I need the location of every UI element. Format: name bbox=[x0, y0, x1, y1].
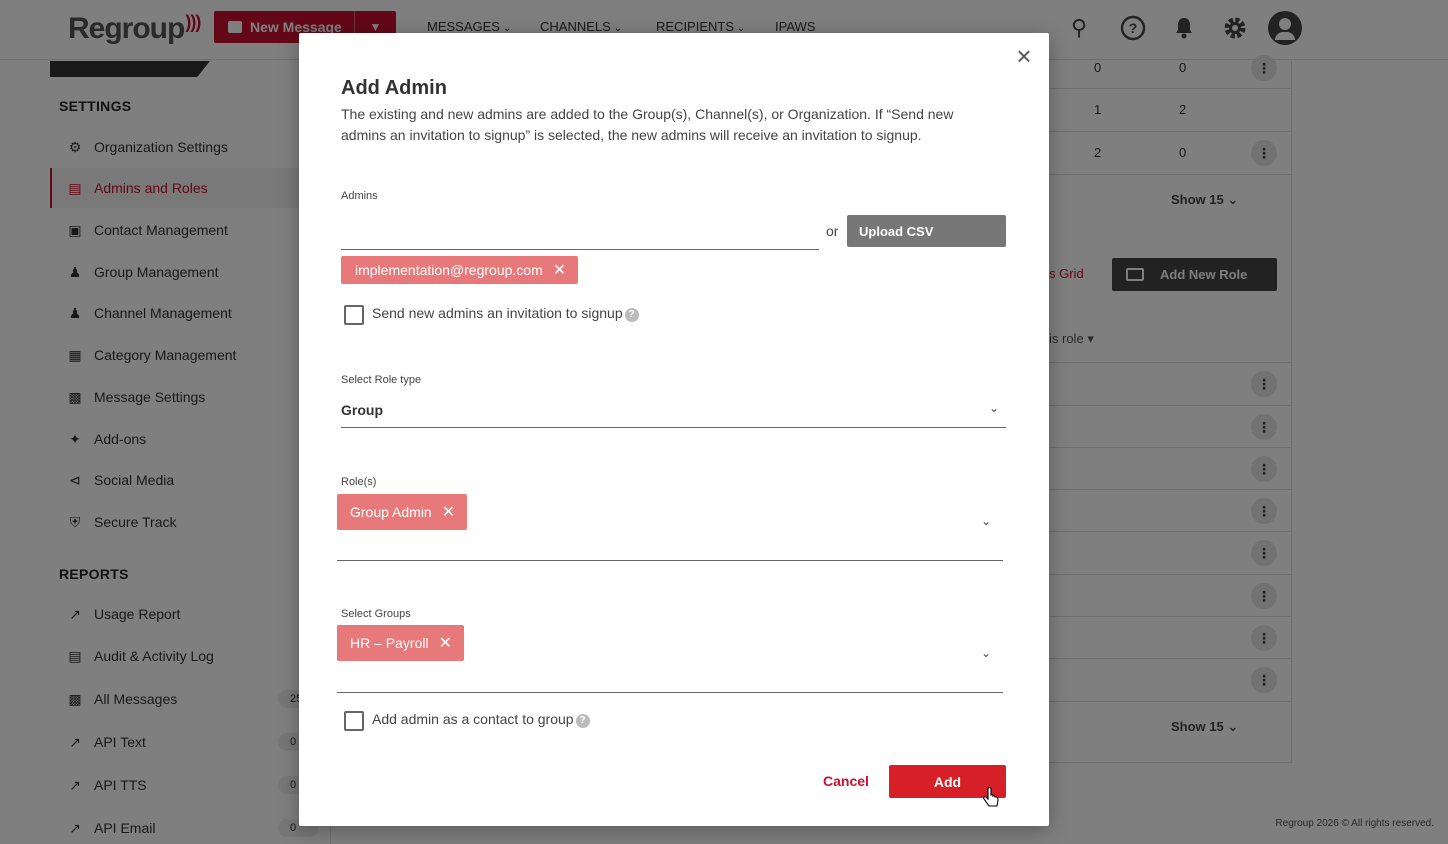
chip-label: implementation@regroup.com bbox=[355, 262, 543, 278]
upload-csv-button[interactable]: Upload CSV bbox=[847, 215, 1006, 247]
remove-chip-icon[interactable]: ✕ bbox=[553, 260, 566, 280]
chevron-down-icon[interactable]: ⌄ bbox=[981, 646, 991, 660]
chip-label: HR – Payroll bbox=[350, 635, 429, 651]
roles-select-underline bbox=[337, 560, 1003, 561]
send-invite-label: Send new admins an invitation to signup? bbox=[372, 305, 639, 322]
close-icon[interactable]: × bbox=[1011, 43, 1037, 69]
groups-label: Select Groups bbox=[341, 608, 411, 620]
remove-chip-icon[interactable]: ✕ bbox=[442, 502, 455, 522]
role-type-select[interactable]: Group bbox=[341, 402, 383, 418]
role-type-label: Select Role type bbox=[341, 374, 422, 386]
hand-cursor-icon bbox=[983, 786, 999, 807]
roles-label: Role(s) bbox=[341, 476, 377, 488]
chevron-down-icon[interactable]: ⌄ bbox=[981, 514, 991, 528]
select-underline bbox=[341, 427, 1006, 428]
cancel-button[interactable]: Cancel bbox=[811, 765, 881, 797]
admins-label: Admins bbox=[341, 190, 378, 202]
add-contact-label: Add admin as a contact to group? bbox=[372, 711, 590, 728]
add-contact-checkbox[interactable] bbox=[344, 711, 364, 731]
dialog-description: The existing and new admins are added to… bbox=[341, 106, 954, 143]
add-admin-dialog: × Add Admin The existing and new admins … bbox=[299, 33, 1049, 826]
group-chip: HR – Payroll ✕ bbox=[337, 625, 464, 661]
help-icon[interactable]: ? bbox=[624, 308, 639, 322]
role-chip: Group Admin ✕ bbox=[337, 494, 468, 530]
help-icon[interactable]: ? bbox=[575, 714, 590, 728]
chip-label: Group Admin bbox=[350, 504, 432, 520]
dialog-title: Add Admin bbox=[341, 77, 447, 99]
send-invite-checkbox[interactable] bbox=[344, 305, 364, 325]
groups-select-underline bbox=[337, 692, 1003, 693]
admin-email-chip: implementation@regroup.com ✕ bbox=[341, 256, 579, 284]
remove-chip-icon[interactable]: ✕ bbox=[439, 633, 452, 653]
admins-input[interactable] bbox=[341, 215, 819, 250]
chevron-down-icon[interactable]: ⌄ bbox=[989, 401, 999, 415]
or-text: or bbox=[826, 223, 839, 239]
